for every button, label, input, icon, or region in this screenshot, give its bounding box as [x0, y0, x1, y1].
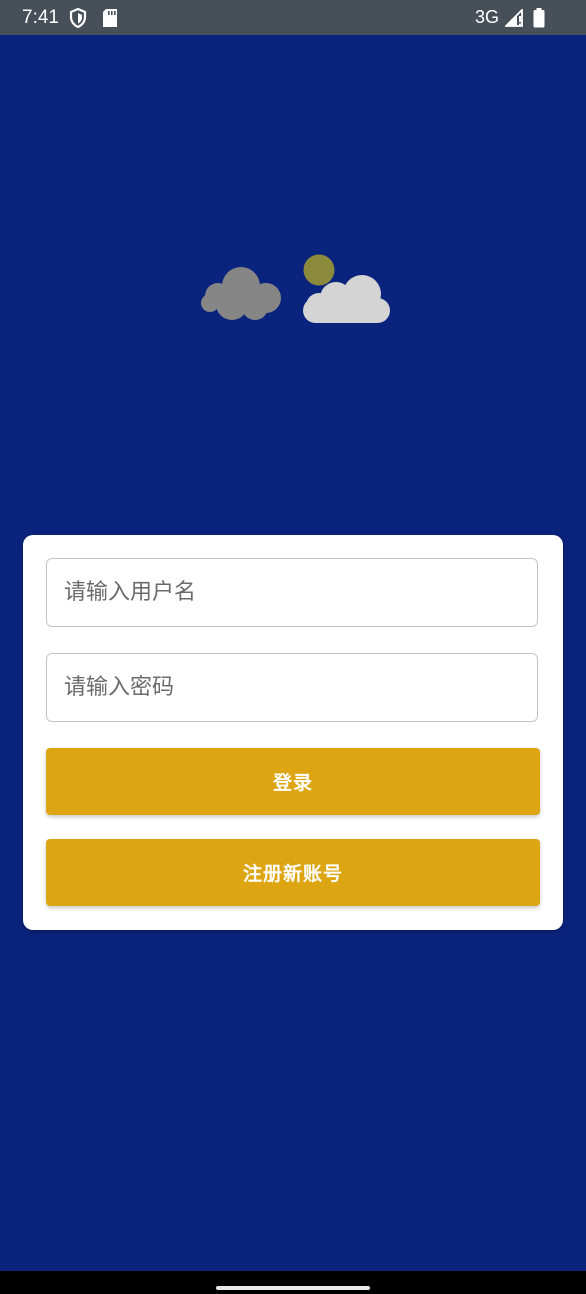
username-field	[46, 558, 538, 627]
username-input[interactable]	[47, 559, 537, 626]
grey-cloud-icon	[201, 267, 281, 320]
signal-icon	[503, 7, 525, 31]
status-time: 7:41	[22, 7, 59, 28]
network-type-label: 3G	[475, 7, 500, 27]
login-card: 登录 注册新账号	[23, 535, 563, 930]
sun-icon	[303, 254, 335, 286]
password-field	[46, 653, 538, 722]
shield-icon	[68, 7, 88, 32]
status-bar: 7:41 3G	[0, 0, 586, 35]
register-button[interactable]: 注册新账号	[46, 839, 540, 906]
cloudy-sun-weather-icon	[196, 252, 396, 332]
login-button[interactable]: 登录	[46, 748, 540, 815]
home-indicator[interactable]	[216, 1286, 370, 1290]
password-input[interactable]	[47, 654, 537, 721]
navigation-bar	[0, 1271, 586, 1294]
sd-card-icon	[101, 8, 119, 32]
battery-icon	[533, 8, 545, 32]
